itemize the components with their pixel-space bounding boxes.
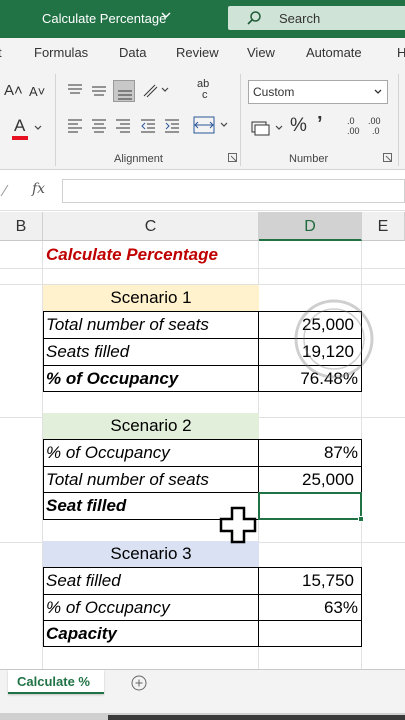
- increase-indent-icon[interactable]: [163, 118, 181, 134]
- ribbon-tabs: t Formulas Data Review View Automate H: [0, 38, 405, 68]
- add-sheet-icon[interactable]: [131, 675, 147, 691]
- chevron-down-icon: [374, 89, 382, 94]
- tab-help[interactable]: H: [397, 45, 405, 60]
- align-left-icon[interactable]: [66, 118, 84, 134]
- font-color-letter: A: [14, 116, 26, 135]
- search-placeholder: Search: [279, 11, 321, 26]
- scenario3-row-label[interactable]: % of Occupancy: [46, 595, 170, 621]
- number-format-select[interactable]: Custom: [248, 80, 388, 104]
- fill-handle[interactable]: [358, 516, 364, 522]
- decrease-decimal-top: .00: [368, 116, 381, 126]
- tab-view[interactable]: View: [247, 45, 275, 60]
- scenario3-row-value[interactable]: 63%: [262, 595, 358, 621]
- formula-input[interactable]: [62, 179, 405, 203]
- align-center-icon[interactable]: [90, 118, 108, 134]
- table-line: [258, 311, 259, 392]
- scenario2-row-label[interactable]: Total number of seats: [46, 467, 209, 493]
- number-format-value: Custom: [253, 85, 295, 99]
- status-strip: [0, 713, 405, 720]
- scenario1-header[interactable]: Scenario 1: [43, 285, 259, 311]
- dialog-launcher-icon[interactable]: [228, 153, 237, 162]
- scenario2-row-value[interactable]: 87%: [262, 440, 358, 466]
- ribbon: A˄ A˅ A ab c Alignment Custom % ’ .0 .00…: [0, 68, 405, 170]
- scrollbar-track[interactable]: [108, 715, 405, 720]
- search-icon: [247, 11, 261, 25]
- decrease-font-button[interactable]: A˅: [29, 84, 45, 99]
- increase-font-button[interactable]: A˄: [4, 82, 23, 99]
- align-right-icon[interactable]: [114, 118, 132, 134]
- scenario2-row-label[interactable]: Seat filled: [46, 493, 126, 519]
- scenario1-row-label[interactable]: Total number of seats: [46, 312, 209, 338]
- dialog-launcher-icon[interactable]: [383, 153, 392, 162]
- sheet-title[interactable]: Calculate Percentage: [46, 242, 218, 268]
- document-title[interactable]: Calculate Percentage: [42, 11, 166, 26]
- scenario2-header[interactable]: Scenario 2: [43, 413, 259, 439]
- gridline: [0, 268, 405, 269]
- scenario3-row-label[interactable]: Seat filled: [46, 568, 121, 594]
- column-header-e[interactable]: E: [362, 212, 405, 241]
- scenario3-row-value[interactable]: 15,750: [262, 568, 354, 594]
- align-bottom-icon: [118, 90, 132, 100]
- tab-data[interactable]: Data: [119, 45, 146, 60]
- search-box[interactable]: Search: [228, 6, 405, 30]
- wrap-text-button[interactable]: ab c: [196, 78, 216, 104]
- slash-icon: [0, 184, 9, 197]
- ribbon-separator: [398, 74, 399, 166]
- scenario1-row-label[interactable]: Seats filled: [46, 339, 129, 365]
- accounting-format-icon[interactable]: [250, 118, 286, 138]
- watermark-stamp: [294, 299, 374, 379]
- scenario3-row-label[interactable]: Capacity: [46, 621, 117, 647]
- scenario1-row-label[interactable]: % of Occupancy: [46, 366, 178, 392]
- column-header-d[interactable]: D: [259, 212, 362, 241]
- tab-partial[interactable]: t: [0, 45, 2, 60]
- chevron-down-icon[interactable]: [160, 9, 172, 21]
- wrap-text-label-2: c: [202, 89, 208, 101]
- column-header-c[interactable]: C: [43, 212, 259, 241]
- tab-formulas[interactable]: Formulas: [34, 45, 88, 60]
- align-bottom-button[interactable]: [113, 80, 135, 102]
- table-line: [258, 567, 259, 647]
- ribbon-separator: [240, 74, 241, 166]
- sheet-tab-label: Calculate %: [17, 674, 90, 689]
- orientation-icon[interactable]: [141, 81, 169, 99]
- align-top-icon[interactable]: [66, 82, 84, 98]
- percent-style-button[interactable]: %: [290, 115, 307, 137]
- decrease-decimal-button[interactable]: .00 .0: [366, 116, 386, 140]
- sheet-tab-active[interactable]: Calculate %: [8, 670, 104, 694]
- font-color-button[interactable]: A: [12, 116, 42, 140]
- increase-decimal-bottom: .00: [347, 126, 360, 136]
- formula-bar: fx: [0, 171, 405, 211]
- cell-select-cursor-icon: [219, 506, 257, 544]
- tab-automate[interactable]: Automate: [306, 45, 362, 60]
- align-middle-icon[interactable]: [90, 82, 108, 98]
- scenario2-row-label[interactable]: % of Occupancy: [46, 440, 170, 466]
- tab-review[interactable]: Review: [176, 45, 219, 60]
- increase-decimal-button[interactable]: .0 .00: [343, 116, 363, 140]
- number-group-label: Number: [289, 153, 329, 165]
- decrease-indent-icon[interactable]: [139, 118, 157, 134]
- ribbon-separator: [55, 74, 56, 166]
- alignment-group-label: Alignment: [114, 153, 163, 165]
- column-header-b[interactable]: B: [0, 212, 43, 241]
- merge-center-icon[interactable]: [192, 115, 230, 135]
- title-bar: Calculate Percentage Search: [0, 0, 405, 38]
- chevron-down-icon: [34, 125, 42, 130]
- insert-function-button[interactable]: fx: [32, 181, 45, 197]
- comma-style-button[interactable]: ’: [317, 113, 323, 136]
- font-color-swatch: [12, 136, 28, 140]
- scenario2-row-value[interactable]: 25,000: [262, 467, 354, 493]
- active-cell[interactable]: [258, 492, 364, 522]
- decrease-decimal-bottom: .0: [372, 126, 380, 136]
- increase-decimal-top: .0: [347, 116, 355, 126]
